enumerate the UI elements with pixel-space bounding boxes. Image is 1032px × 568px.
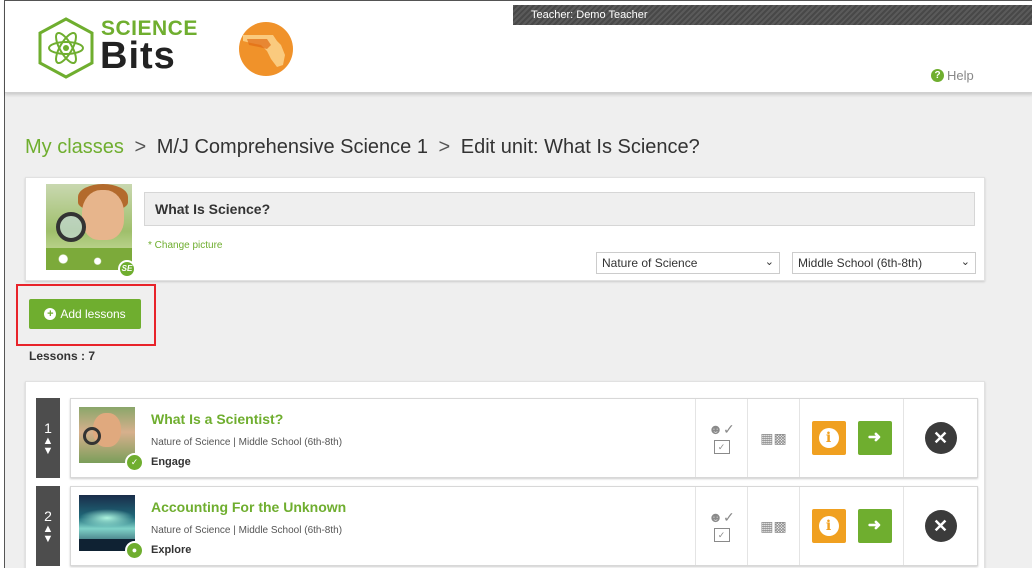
- remove-lesson-button[interactable]: ✕: [924, 510, 957, 542]
- subject-select-value: Nature of Science: [602, 256, 698, 270]
- lesson-row: 2 ▲ ▼ ● Accounting For the Unknown Nature…: [36, 486, 978, 566]
- lesson-buttons: i ➜: [799, 399, 903, 477]
- lesson-meta: Nature of Science | Middle School (6th-8…: [151, 525, 343, 536]
- lesson-card: ● Accounting For the Unknown Nature of S…: [70, 486, 978, 566]
- add-lessons-label: Add lessons: [60, 307, 126, 321]
- up-down-arrows-icon: ▲ ▼: [42, 523, 54, 545]
- breadcrumb-course: M/J Comprehensive Science 1: [156, 136, 428, 158]
- breadcrumb-separator: >: [134, 136, 147, 158]
- presentation-icon[interactable]: ▦▩: [760, 431, 786, 445]
- unit-edit-panel: SE * Change picture Nature of Science ⌄ …: [25, 177, 985, 281]
- atom-hex-logo-icon[interactable]: [37, 17, 95, 79]
- lessons-count: Lessons : 7: [29, 349, 96, 363]
- unit-title-input[interactable]: [144, 192, 975, 226]
- lesson-actions: ☻✓ ✓ ▦▩ i ➜ ✕: [695, 487, 977, 565]
- engage-stage-icon: ✓: [125, 453, 144, 472]
- top-header: Teacher: Demo Teacher SCIENCE Bits ? Hel…: [5, 1, 1032, 93]
- lesson-actions: ☻✓ ✓ ▦▩ i ➜ ✕: [695, 399, 977, 477]
- chevron-down-icon: ⌄: [960, 256, 970, 268]
- info-icon: i: [818, 428, 839, 448]
- magnifying-glass-icon: [56, 212, 86, 242]
- level-select-value: Middle School (6th-8th): [798, 256, 923, 270]
- presentation-icon[interactable]: ▦▩: [760, 519, 786, 533]
- present-column: ▦▩: [747, 487, 799, 565]
- info-button[interactable]: i: [811, 509, 846, 543]
- lesson-card: ✓ What Is a Scientist? Nature of Science…: [70, 398, 978, 478]
- chevron-down-icon: ⌄: [764, 256, 774, 268]
- sign-in-icon: ➜: [867, 517, 882, 534]
- lesson-stage: Explore: [151, 544, 192, 556]
- assign-column: ☻✓ ✓: [695, 399, 747, 477]
- breadcrumb-separator: >: [438, 136, 451, 158]
- lesson-reorder-handle[interactable]: 2 ▲ ▼: [36, 486, 60, 566]
- close-circle-icon: ✕: [932, 516, 949, 536]
- change-picture-link[interactable]: * Change picture: [148, 240, 223, 251]
- magnifying-glass-icon: [83, 427, 101, 445]
- breadcrumb-current: Edit unit: What Is Science?: [460, 136, 700, 158]
- florida-state-logo-icon: [239, 22, 293, 76]
- info-button[interactable]: i: [811, 421, 846, 455]
- teacher-label: Teacher: Demo Teacher: [531, 9, 648, 21]
- lesson-row: 1 ▲ ▼ ✓ What Is a Scientist? Nature of Sc…: [36, 398, 978, 478]
- breadcrumb: My classes > M/J Comprehensive Science 1…: [25, 136, 700, 159]
- lesson-meta: Nature of Science | Middle School (6th-8…: [151, 437, 343, 448]
- student-check-icon[interactable]: ☻✓: [708, 510, 734, 524]
- app-frame: Teacher: Demo Teacher SCIENCE Bits ? Hel…: [4, 0, 1032, 568]
- help-link[interactable]: ? Help: [931, 68, 974, 83]
- lessons-list: 1 ▲ ▼ ✓ What Is a Scientist? Nature of Sc…: [25, 381, 985, 568]
- lesson-thumbnail: [79, 407, 135, 463]
- se-badge: SE: [118, 260, 136, 278]
- checkbox-screen-icon[interactable]: ✓: [713, 528, 730, 542]
- breadcrumb-my-classes-link[interactable]: My classes: [25, 136, 124, 158]
- plus-circle-icon: +: [44, 308, 57, 320]
- info-icon: i: [818, 516, 839, 536]
- add-lessons-button[interactable]: + Add lessons: [29, 299, 141, 329]
- level-select[interactable]: Middle School (6th-8th) ⌄: [792, 252, 976, 274]
- enter-lesson-button[interactable]: ➜: [857, 421, 892, 455]
- remove-lesson-button[interactable]: ✕: [924, 422, 957, 454]
- lesson-reorder-handle[interactable]: 1 ▲ ▼: [36, 398, 60, 478]
- up-down-arrows-icon: ▲ ▼: [42, 435, 54, 457]
- lesson-thumbnail: [79, 495, 135, 551]
- checkbox-screen-icon[interactable]: ✓: [713, 440, 730, 454]
- student-check-icon[interactable]: ☻✓: [708, 422, 734, 436]
- enter-lesson-button[interactable]: ➜: [857, 509, 892, 543]
- present-column: ▦▩: [747, 399, 799, 477]
- lesson-title-link[interactable]: What Is a Scientist?: [151, 411, 283, 427]
- remove-column: ✕: [903, 399, 977, 477]
- lesson-stage: Engage: [151, 456, 191, 468]
- explore-stage-icon: ●: [125, 541, 144, 560]
- help-label: Help: [947, 68, 974, 83]
- help-circle-icon: ?: [931, 69, 944, 82]
- lesson-number: 1: [44, 420, 52, 436]
- close-circle-icon: ✕: [932, 428, 949, 448]
- remove-column: ✕: [903, 487, 977, 565]
- unit-picture[interactable]: [46, 184, 132, 270]
- teacher-bar: Teacher: Demo Teacher: [513, 5, 1032, 25]
- logo-text-bits: Bits: [100, 35, 176, 77]
- lesson-buttons: i ➜: [799, 487, 903, 565]
- subject-select[interactable]: Nature of Science ⌄: [596, 252, 780, 274]
- lesson-number: 2: [44, 508, 52, 524]
- lesson-title-link[interactable]: Accounting For the Unknown: [151, 499, 346, 515]
- sign-in-icon: ➜: [867, 429, 882, 446]
- assign-column: ☻✓ ✓: [695, 487, 747, 565]
